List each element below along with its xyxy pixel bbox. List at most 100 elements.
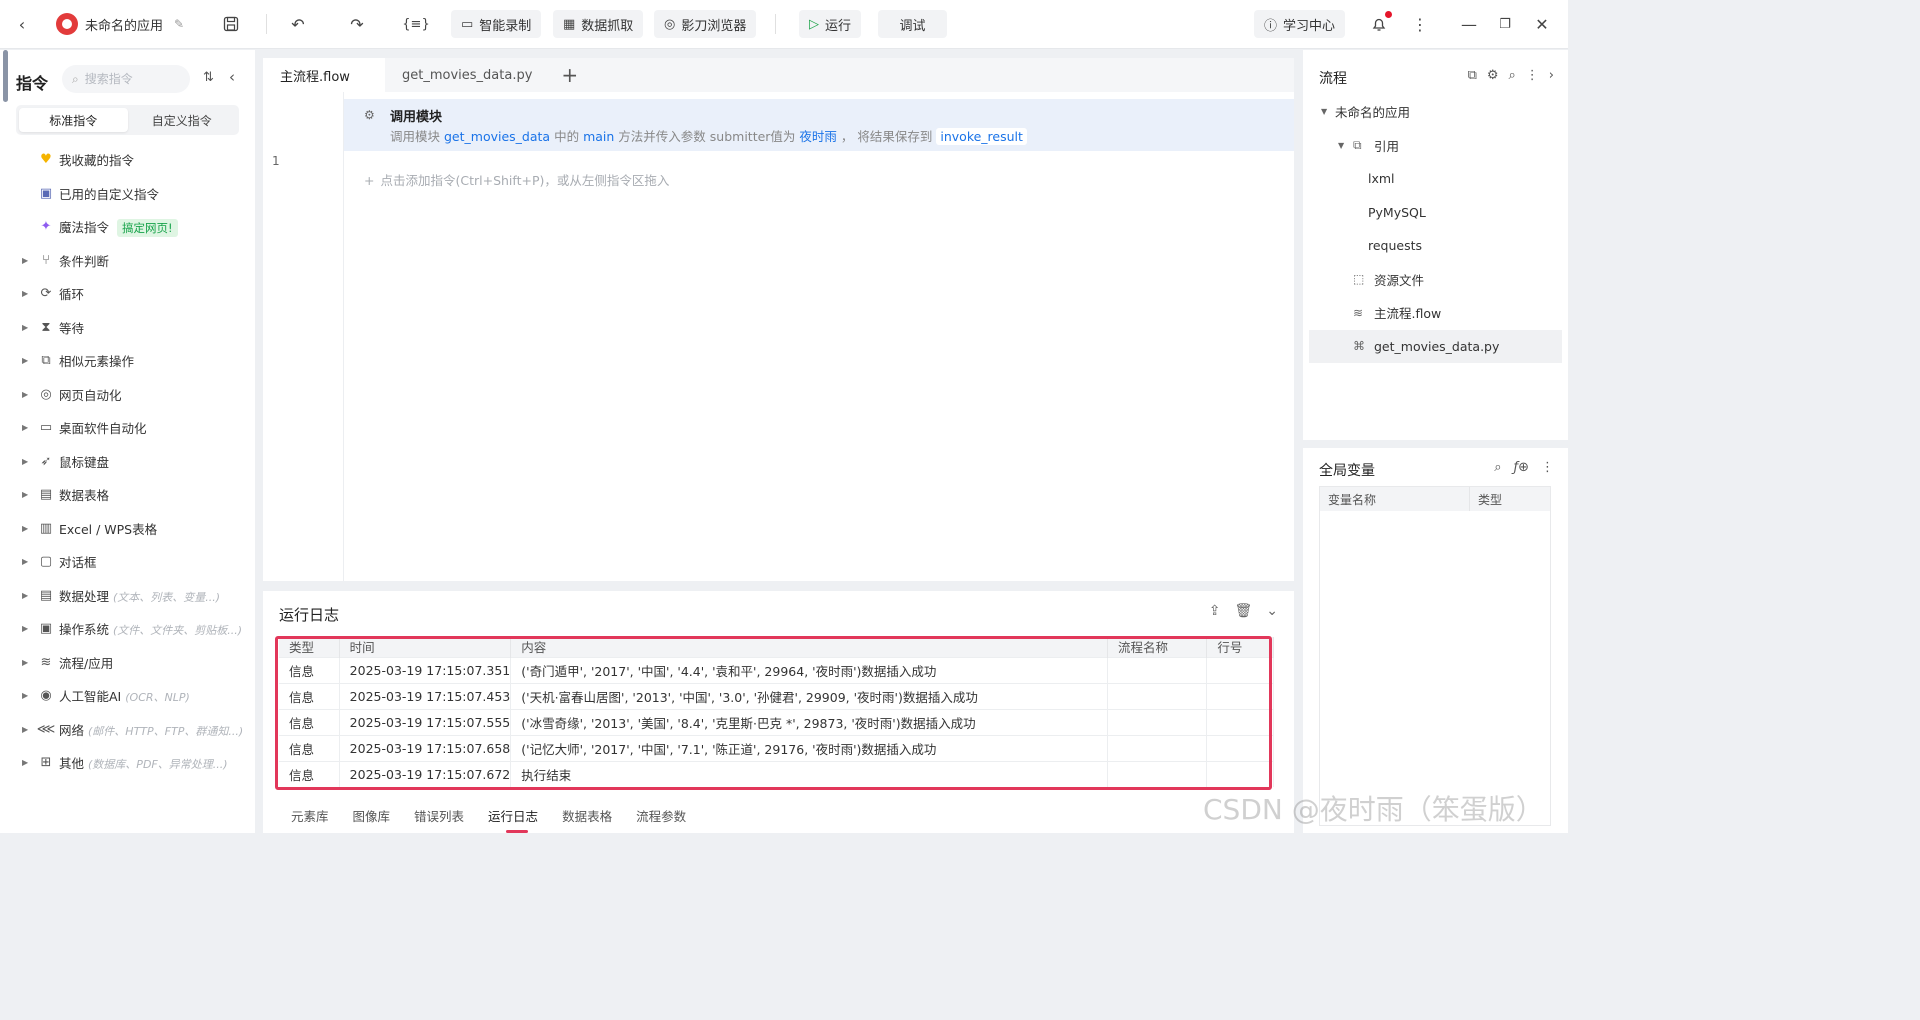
command-category-item[interactable]: ✦ 魔法指令 搞定网页! (0, 210, 255, 244)
expand-arrow-icon[interactable]: ▶ (22, 390, 28, 399)
expand-arrow-icon[interactable]: ▶ (22, 758, 28, 767)
chevron-left-icon[interactable]: ‹ (229, 68, 235, 86)
expand-arrow-icon[interactable]: ▶ (22, 256, 28, 265)
log-row[interactable]: 信息 2025-03-19 17:15:07.672 执行结束 (279, 760, 1274, 787)
collapse-all-icon[interactable]: ⇅ (203, 70, 214, 85)
save-icon[interactable] (220, 13, 242, 35)
tree-item[interactable]: ▼ ⧉ 引用 (1303, 129, 1568, 163)
column-header-type[interactable]: 类型 (279, 637, 340, 657)
command-search[interactable]: ⌕ (62, 65, 190, 93)
column-header-line-number[interactable]: 行号 (1206, 637, 1274, 657)
log-row[interactable]: 信息 2025-03-19 17:15:07.555 ('冰雪奇缘', '2013'… (279, 708, 1274, 735)
bottom-tab[interactable]: 错误列表 (402, 803, 476, 827)
command-category-item[interactable]: ▶ ⧗ 等待 (0, 311, 255, 345)
log-row[interactable]: 信息 2025-03-19 17:15:07.658 ('记忆大师', '2017'… (279, 734, 1274, 761)
smart-record-button[interactable]: ▭ 智能录制 (451, 10, 542, 38)
redo-icon[interactable]: ↷ (346, 13, 368, 35)
expand-arrow-icon[interactable]: ▶ (22, 490, 28, 499)
expand-arrow-icon[interactable]: ▶ (22, 356, 28, 365)
panel-resize-handle[interactable] (3, 50, 8, 102)
more-icon[interactable]: ⋮ (1541, 460, 1554, 475)
column-header-variable-name[interactable]: 变量名称 (1320, 487, 1470, 511)
data-capture-button[interactable]: ▦ 数据抓取 (553, 10, 644, 38)
command-category-item[interactable]: ▶ ⋘ 网络 (邮件、HTTP、FTP、群通知...) (0, 713, 255, 747)
tree-item[interactable]: ▼ 未命名的应用 (1303, 95, 1568, 129)
log-row[interactable]: 信息 2025-03-19 17:15:07.351 ('奇门遁甲', '2017'… (279, 656, 1274, 683)
expand-arrow-icon[interactable]: ▶ (22, 557, 28, 566)
expand-arrow-icon[interactable]: ▶ (22, 725, 28, 734)
command-category-item[interactable]: ▶ ⟳ 循环 (0, 277, 255, 311)
restore-icon[interactable]: ❐ (1494, 13, 1516, 35)
bottom-tab[interactable]: 数据表格 (550, 803, 624, 827)
expand-arrow-icon[interactable]: ▶ (22, 591, 28, 600)
minimize-icon[interactable]: — (1458, 13, 1480, 35)
chevron-down-icon[interactable]: ⌄ (1266, 603, 1278, 619)
expand-arrow-icon[interactable]: ▶ (22, 423, 28, 432)
add-command-hint[interactable]: + 点击添加指令(Ctrl+Shift+P)，或从左侧指令区拖入 (364, 170, 669, 189)
undo-icon[interactable]: ↶ (287, 13, 309, 35)
bottom-tab[interactable]: 图像库 (341, 803, 403, 827)
close-icon[interactable]: ✕ (1531, 13, 1553, 35)
expand-arrow-icon[interactable]: ▶ (22, 524, 28, 533)
command-category-item[interactable]: ▶ ◉ 人工智能AI (OCR、NLP) (0, 679, 255, 713)
command-category-item[interactable]: ▶ ▥ Excel / WPS表格 (0, 512, 255, 546)
column-header-time[interactable]: 时间 (339, 637, 512, 657)
expand-arrow-icon[interactable]: ▶ (22, 624, 28, 633)
tab-main-flow[interactable]: 主流程.flow (263, 58, 385, 92)
expand-arrow-icon[interactable]: ▶ (22, 323, 28, 332)
function-icon[interactable]: ƒ⊕ (1514, 460, 1529, 475)
tab-custom-commands[interactable]: 自定义指令 (128, 108, 237, 132)
expand-arrow-icon[interactable]: ▶ (22, 691, 28, 700)
tab-get-movies-data[interactable]: get_movies_data.py (385, 58, 549, 92)
column-header-flow-name[interactable]: 流程名称 (1107, 637, 1208, 657)
trash-icon[interactable]: 🗑 (1234, 603, 1252, 619)
tab-standard-commands[interactable]: 标准指令 (19, 108, 128, 132)
command-category-item[interactable]: ▶ ▤ 数据处理 (文本、列表、变量...) (0, 579, 255, 613)
expand-arrow-icon[interactable]: ▶ (22, 658, 28, 667)
expand-arrow-icon[interactable]: ▶ (22, 289, 28, 298)
flow-step[interactable]: ⚙ 调用模块 调用模块 get_movies_data 中的 main 方法并传… (344, 99, 1294, 151)
tree-item[interactable]: ≋ 主流程.flow (1303, 296, 1568, 330)
command-category-item[interactable]: ▶ ◎ 网页自动化 (0, 378, 255, 412)
command-category-item[interactable]: ▣ 已用的自定义指令 (0, 177, 255, 211)
add-tab-icon[interactable]: + (549, 58, 590, 92)
run-button[interactable]: ▷ 运行 (799, 10, 862, 38)
command-category-item[interactable]: ♥ 我收藏的指令 (0, 143, 255, 177)
tree-expand-icon[interactable]: ▼ (1321, 107, 1327, 116)
more-icon[interactable]: ⋮ (1526, 68, 1539, 83)
browser-button[interactable]: ◎ 影刀浏览器 (654, 10, 757, 38)
tree-item[interactable]: PyMySQL (1303, 196, 1568, 230)
export-icon[interactable]: ⇪ (1209, 603, 1221, 619)
search-icon[interactable]: ⌕ (1509, 68, 1516, 83)
bottom-tab[interactable]: 运行日志 (476, 803, 550, 833)
command-category-item[interactable]: ▶ ▣ 操作系统 (文件、文件夹、剪贴板...) (0, 612, 255, 646)
log-row[interactable]: 信息 2025-03-19 17:15:07.453 ('天机·富春山居图', '2… (279, 682, 1274, 709)
tree-item[interactable]: ⌘ get_movies_data.py (1309, 329, 1562, 363)
column-header-variable-type[interactable]: 类型 (1470, 487, 1502, 511)
app-title[interactable]: 未命名的应用 (85, 15, 163, 34)
edit-icon[interactable]: ✎ (168, 13, 190, 35)
command-category-item[interactable]: ▶ ▢ 对话框 (0, 545, 255, 579)
magic-badge[interactable]: 搞定网页! (117, 219, 178, 238)
debug-button[interactable]: 调试 (878, 10, 947, 38)
settings-icon[interactable]: ⚙ (1487, 68, 1499, 83)
tree-item[interactable]: requests (1303, 229, 1568, 263)
chevron-right-icon[interactable]: › (1549, 68, 1554, 83)
add-module-icon[interactable]: ⧉ (1468, 68, 1477, 83)
command-search-input[interactable] (84, 72, 175, 86)
bottom-tab[interactable]: 流程参数 (624, 803, 698, 827)
more-icon[interactable]: ⋮ (1409, 13, 1431, 35)
column-header-content[interactable]: 内容 (510, 637, 1108, 657)
command-category-item[interactable]: ▶ ⊞ 其他 (数据库、PDF、异常处理...) (0, 746, 255, 780)
variable-icon[interactable]: {≡} (402, 13, 429, 35)
command-category-item[interactable]: ▶ ➶ 鼠标键盘 (0, 445, 255, 479)
command-category-item[interactable]: ▶ ▤ 数据表格 (0, 478, 255, 512)
command-category-item[interactable]: ▶ ▭ 桌面软件自动化 (0, 411, 255, 445)
bottom-tab[interactable]: 元素库 (279, 803, 341, 827)
tree-item[interactable]: ⬚ 资源文件 (1303, 263, 1568, 297)
search-icon[interactable]: ⌕ (1494, 460, 1501, 475)
command-category-item[interactable]: ▶ ≋ 流程/应用 (0, 646, 255, 680)
learning-center-button[interactable]: ⓘ 学习中心 (1254, 10, 1346, 38)
back-icon[interactable]: ‹ (11, 13, 33, 35)
command-category-item[interactable]: ▶ ⑂ 条件判断 (0, 244, 255, 278)
